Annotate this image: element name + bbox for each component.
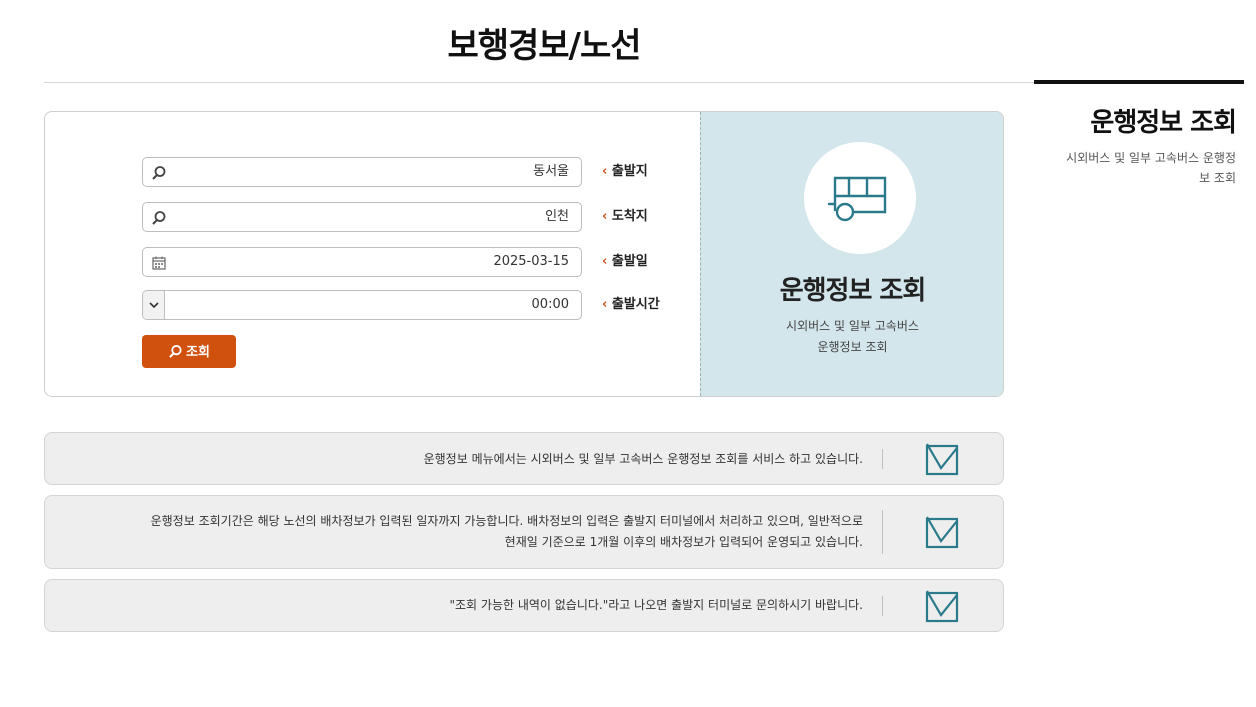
departure-input[interactable]: 동서울 — [142, 157, 582, 187]
arrival-value: 인천 — [545, 209, 569, 224]
notice-line: 운행정보 조회기간은 해당 노선의 배차정보가 입력된 일자까지 가능합니다. … — [150, 514, 863, 528]
arrow-icon: ‹ — [602, 209, 608, 224]
notice-line: 현재일 기준으로 1개월 이후의 배차정보가 입력되어 운영되고 있습니다. — [504, 535, 863, 549]
departure-row: 동서울 ‹ 출발지 — [142, 157, 672, 187]
departure-value: 동서울 — [533, 164, 569, 179]
notice-divider — [882, 449, 883, 469]
arrival-label-text: 도착지 — [611, 209, 648, 224]
notice-item: 운행정보 조회기간은 해당 노선의 배차정보가 입력된 일자까지 가능합니다. … — [44, 495, 1004, 569]
arrow-icon: ‹ — [602, 297, 608, 312]
arrival-input[interactable]: 인천 — [142, 202, 582, 232]
chevron-down-icon — [149, 302, 159, 309]
search-icon[interactable] — [151, 210, 167, 226]
date-label-text: 출발일 — [611, 254, 648, 269]
notice-line: 운행정보 메뉴에서는 시외버스 및 일부 고속버스 운행정보 조회를 서비스 하… — [423, 452, 863, 466]
hero-panel: 운행정보 조회 시외버스 및 일부 고속버스 운행정보 조회 — [700, 112, 1003, 396]
side-desc-line: 보 조회 — [1199, 171, 1236, 185]
bus-icon — [827, 176, 887, 222]
checkbox-icon — [925, 590, 959, 623]
time-row: 00:00 ‹ 출발시간 — [142, 290, 672, 320]
search-icon[interactable] — [151, 165, 167, 181]
search-icon — [169, 344, 182, 358]
departure-label: ‹ 출발지 — [598, 157, 668, 187]
search-button-label: 조회 — [186, 344, 210, 359]
checkbox-icon — [925, 516, 959, 549]
notice-item: 운행정보 메뉴에서는 시외버스 및 일부 고속버스 운행정보 조회를 서비스 하… — [44, 432, 1004, 485]
time-select[interactable]: 00:00 — [142, 290, 582, 320]
notice-text: "조회 가능한 내역이 없습니다."라고 나오면 출발지 터미널로 문의하시기 … — [449, 595, 863, 616]
notice-text: 운행정보 조회기간은 해당 노선의 배차정보가 입력된 일자까지 가능합니다. … — [151, 511, 863, 553]
title-divider — [44, 82, 1034, 83]
select-toggle[interactable] — [143, 291, 165, 319]
checkbox-icon — [925, 443, 959, 476]
date-value: 2025-03-15 — [493, 254, 569, 269]
notice-divider — [882, 510, 883, 554]
hero-icon-circle — [804, 142, 916, 254]
search-panel: 동서울 ‹ 출발지 인천 ‹ 도착지 2025-03-15 ‹ 출발일 00:0… — [44, 111, 1004, 397]
side-title: 운행정보 조회 — [1090, 108, 1237, 138]
search-button[interactable]: 조회 — [142, 335, 236, 368]
notice-line: "조회 가능한 내역이 없습니다."라고 나오면 출발지 터미널로 문의하시기 … — [449, 598, 863, 612]
arrow-icon: ‹ — [602, 164, 608, 179]
date-input[interactable]: 2025-03-15 — [142, 247, 582, 277]
hero-title: 운행정보 조회 — [779, 276, 927, 306]
arrow-icon: ‹ — [602, 254, 608, 269]
notice-text: 운행정보 메뉴에서는 시외버스 및 일부 고속버스 운행정보 조회를 서비스 하… — [424, 449, 863, 470]
hero-desc-line: 시외버스 및 일부 고속버스 — [786, 319, 919, 333]
time-value: 00:00 — [531, 297, 569, 312]
calendar-icon[interactable] — [151, 255, 167, 271]
arrival-label: ‹ 도착지 — [598, 202, 668, 232]
date-label: ‹ 출발일 — [598, 247, 668, 277]
page-title: 보행경보/노선 — [447, 26, 641, 66]
search-form: 동서울 ‹ 출발지 인천 ‹ 도착지 2025-03-15 ‹ 출발일 00:0… — [45, 112, 700, 396]
hero-desc-line: 운행정보 조회 — [817, 340, 888, 354]
arrival-row: 인천 ‹ 도착지 — [142, 202, 672, 232]
departure-label-text: 출발지 — [611, 164, 648, 179]
side-accent-bar — [1034, 80, 1244, 84]
date-row: 2025-03-15 ‹ 출발일 — [142, 247, 672, 277]
side-desc-line: 시외버스 및 일부 고속버스 운행정 — [1066, 151, 1236, 165]
side-description: 시외버스 및 일부 고속버스 운행정 보 조회 — [1044, 148, 1236, 188]
time-label: ‹ 출발시간 — [598, 290, 668, 320]
time-label-text: 출발시간 — [611, 297, 660, 312]
notice-divider — [882, 596, 883, 616]
hero-description: 시외버스 및 일부 고속버스 운행정보 조회 — [701, 316, 1003, 358]
notice-item: "조회 가능한 내역이 없습니다."라고 나오면 출발지 터미널로 문의하시기 … — [44, 579, 1004, 632]
